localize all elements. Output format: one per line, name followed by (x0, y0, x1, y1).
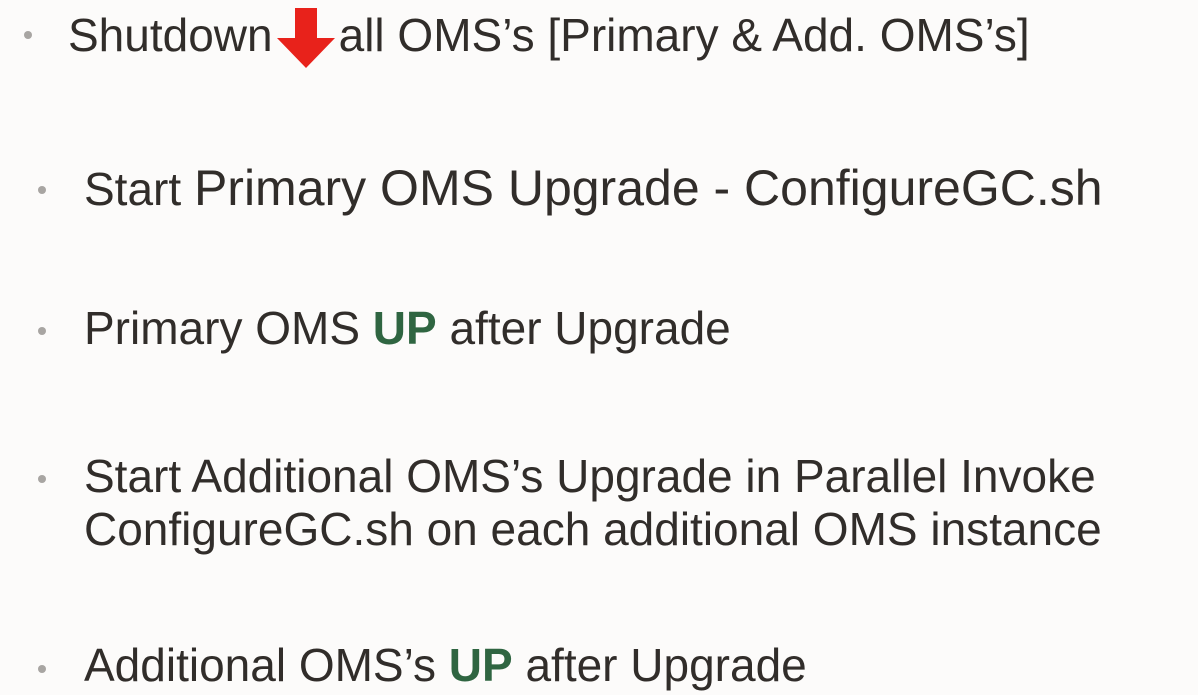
start-label: Start (84, 163, 194, 215)
bullet-dot (38, 665, 46, 673)
up-status: UP (372, 302, 437, 354)
additional-oms-label: Additional OMS’s (84, 639, 449, 691)
bullet-text: Additional OMS’s UP after Upgrade (84, 639, 807, 692)
bullet-text: Shutdown all OMS’s [Primary & Add. OMS’s] (68, 8, 1030, 70)
bullet-dot (38, 186, 46, 194)
shutdown-target: all OMS’s [Primary & Add. OMS’s] (338, 9, 1030, 62)
up-status: UP (448, 639, 513, 691)
after-upgrade-label: after Upgrade (512, 639, 807, 691)
bullet-dot (38, 475, 46, 483)
slide: Shutdown all OMS’s [Primary & Add. OMS’s]… (0, 0, 1198, 695)
down-arrow-icon (275, 8, 337, 70)
shutdown-label: Shutdown (68, 9, 273, 62)
bullet-text: Primary OMS UP after Upgrade (84, 302, 731, 355)
additional-upgrade-line-1: Start Additional OMS’s Upgrade in Parall… (84, 450, 1096, 502)
bullet-dot (38, 327, 46, 335)
bullet-text: Start Additional OMS’s Upgrade in Parall… (84, 450, 1102, 556)
primary-oms-label: Primary OMS (84, 302, 373, 354)
bullet-text: Start Primary OMS Upgrade - ConfigureGC.… (84, 160, 1103, 216)
after-upgrade-label: after Upgrade (436, 302, 731, 354)
primary-upgrade-label: Primary OMS Upgrade - ConfigureGC.sh (193, 160, 1103, 216)
additional-upgrade-line-2: ConfigureGC.sh on each additional OMS in… (84, 502, 1102, 555)
bullet-dot (24, 31, 32, 39)
